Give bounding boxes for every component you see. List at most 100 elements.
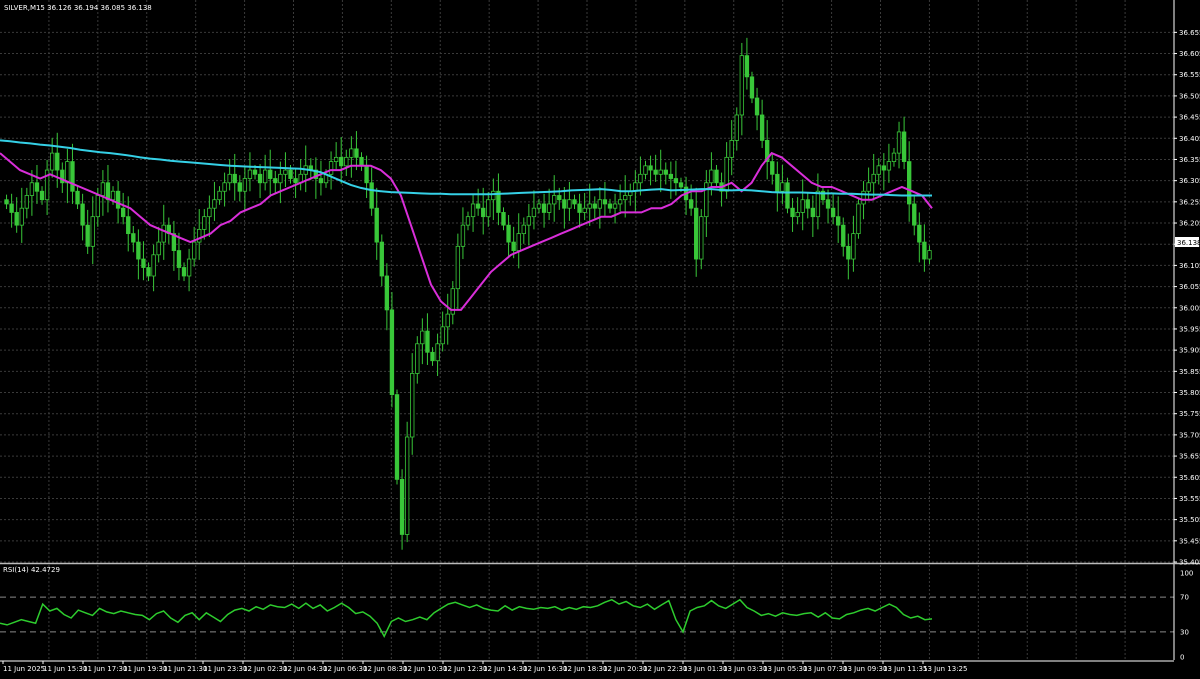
time-tick-label: 12 Jun 08:30 [363, 665, 407, 673]
candle-body [115, 190, 121, 209]
candle-body [536, 203, 542, 209]
candle-body [790, 207, 795, 218]
candle-body [242, 178, 248, 192]
candle-body [562, 199, 567, 209]
time-tick-label: 11 Jun 17:30 [83, 665, 127, 673]
candle-body [881, 165, 887, 171]
candle-body [369, 182, 374, 209]
candle-body [359, 156, 364, 167]
current-price-label: 36.138 [1177, 239, 1200, 247]
trading-chart-window[interactable]: 36.655 36.605 36.555 36.505 36.455 36.405 36.3… [0, 0, 1200, 675]
candle-body [521, 224, 526, 235]
candle-body [841, 224, 846, 247]
chart-canvas[interactable]: 36.655 36.605 36.555 36.505 36.455 36.405 36.3… [0, 0, 1200, 675]
time-tick-label: 13 Jun 01:30 [683, 665, 727, 673]
candle-body [120, 207, 126, 218]
candle-body [830, 207, 836, 218]
price-tick-label: 35.455 [1179, 537, 1200, 545]
candle-body [643, 165, 648, 175]
candle-body [917, 224, 922, 243]
candle-body [399, 478, 405, 535]
price-tick-label: 36.255 [1179, 198, 1200, 206]
candle-body [283, 169, 288, 175]
candle-body [465, 216, 471, 226]
candle-body [410, 373, 415, 438]
candle-body [836, 216, 841, 226]
candle-body [156, 241, 161, 256]
candle-body [754, 97, 760, 116]
candle-body [638, 173, 643, 184]
candle-body [384, 275, 390, 311]
candle-body [871, 173, 876, 184]
candle-body [217, 190, 222, 201]
candle-body [749, 76, 755, 99]
candle-body [126, 216, 131, 235]
price-tick-label: 36.105 [1179, 262, 1200, 270]
price-tick-label: 35.405 [1179, 559, 1200, 567]
candle-body [151, 254, 156, 277]
candle-body [785, 182, 790, 209]
candle-body [318, 178, 324, 184]
candle-body [222, 182, 227, 192]
candle-body [617, 199, 623, 205]
candle-body [846, 245, 851, 260]
price-tick-label: 35.655 [1179, 453, 1200, 461]
candle-body [237, 182, 242, 192]
candle-body [800, 199, 805, 213]
time-tick-label: 12 Jun 06:30 [323, 665, 367, 673]
candle-body [739, 55, 745, 116]
time-tick-label: 11 Jun 19:30 [123, 665, 167, 673]
candle-body [526, 216, 532, 226]
price-tick-label: 36.405 [1179, 135, 1200, 143]
candle-body [673, 178, 679, 184]
time-tick-label: 13 Jun 03:30 [723, 665, 767, 673]
candle-body [39, 190, 45, 201]
candle-body [912, 203, 917, 226]
candle-body [516, 233, 521, 251]
candle-body [901, 131, 907, 162]
candle-body [491, 190, 496, 201]
rsi-tick-label: 70 [1180, 594, 1189, 602]
candle-body [475, 203, 481, 209]
candle-body [202, 216, 207, 230]
candle-body [775, 173, 780, 192]
candle-body [440, 326, 445, 345]
candle-body [425, 330, 430, 353]
price-tick-label: 35.855 [1179, 368, 1200, 376]
candle-body [9, 203, 14, 213]
candle-body [486, 199, 491, 218]
candle-body [131, 233, 136, 243]
candle-body [744, 55, 750, 78]
candle-body [557, 195, 562, 201]
candle-body [810, 207, 816, 218]
candle-body [212, 199, 217, 209]
candle-body [70, 161, 75, 192]
candle-body [207, 207, 212, 218]
candle-body [653, 169, 658, 175]
candle-body [531, 207, 537, 218]
price-tick-label: 35.805 [1179, 389, 1200, 397]
time-tick-label: 12 Jun 02:30 [243, 665, 287, 673]
candle-body [572, 199, 577, 205]
time-tick-label: 12 Jun 12:30 [443, 665, 487, 673]
candle-body [805, 199, 810, 209]
candle-body [907, 161, 912, 205]
candle-body [694, 207, 699, 260]
candle-body [602, 199, 608, 205]
time-tick-label: 12 Jun 04:30 [283, 665, 327, 673]
candle-body [293, 178, 298, 184]
candle-body [420, 330, 425, 345]
candle-body [268, 169, 273, 179]
candle-body [856, 203, 861, 235]
candle-body [262, 169, 268, 184]
candle-body [181, 267, 187, 277]
candle-body [546, 203, 552, 213]
candle-body [247, 169, 253, 179]
candle-body [110, 190, 116, 201]
candle-body [197, 228, 202, 243]
price-tick-label: 36.305 [1179, 177, 1200, 185]
time-tick-label: 12 Jun 10:30 [403, 665, 447, 673]
candle-body [161, 224, 166, 243]
price-tick-label: 36.055 [1179, 283, 1200, 291]
candle-body [176, 250, 182, 268]
